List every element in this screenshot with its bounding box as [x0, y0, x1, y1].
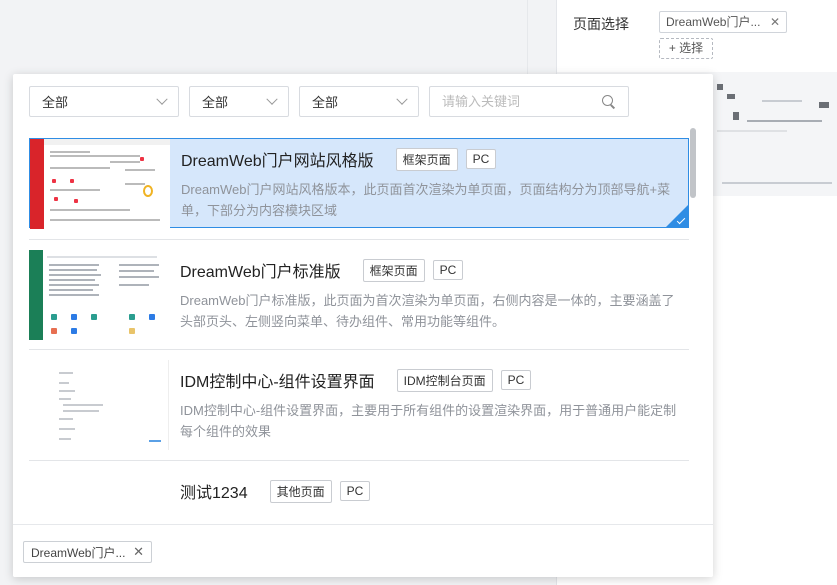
- chevron-down-icon: [156, 93, 168, 105]
- selected-page-tag-label: DreamWeb门户...: [666, 15, 761, 29]
- preview-line: [747, 120, 822, 122]
- list-scrollbar[interactable]: [690, 128, 696, 198]
- item-tag: PC: [339, 481, 371, 501]
- item-tag: PC: [500, 370, 532, 390]
- selected-page-tag[interactable]: DreamWeb门户... ✕: [659, 11, 787, 33]
- item-tag: PC: [465, 149, 497, 169]
- preview-block: [733, 112, 739, 120]
- list-item[interactable]: DreamWeb门户网站风格版 框架页面 PC DreamWeb门户网站风格版本…: [29, 138, 689, 229]
- divider: [29, 460, 689, 461]
- platform-select[interactable]: 全部: [299, 86, 419, 117]
- platform-select-value: 全部: [312, 95, 339, 110]
- category-select[interactable]: 全部: [29, 86, 179, 117]
- chevron-down-icon: [266, 93, 278, 105]
- selection-footer: DreamWeb门户... ✕: [13, 524, 713, 577]
- divider: [29, 239, 689, 240]
- background-area: [0, 0, 556, 75]
- item-tag: IDM控制台页面: [396, 368, 493, 392]
- item-title: IDM控制中心-组件设置界面: [180, 374, 375, 391]
- item-description: IDM控制中心-组件设置界面，主要用于所有组件的设置渲染界面，用于普通用户能定制…: [180, 403, 677, 439]
- close-icon[interactable]: ✕: [770, 12, 780, 32]
- item-title: DreamWeb门户标准版: [180, 264, 341, 281]
- item-description: DreamWeb门户标准版，此页面为首次渲染为单页面，右侧内容是一体的，主要涵盖…: [180, 293, 675, 329]
- type-select[interactable]: 全部: [189, 86, 289, 117]
- page-thumbnail: [29, 471, 169, 521]
- divider: [29, 349, 689, 350]
- page-thumbnail: [29, 250, 169, 340]
- preview-line: [722, 182, 832, 184]
- selected-item-label: DreamWeb门户...: [31, 545, 126, 560]
- category-select-value: 全部: [42, 95, 69, 110]
- search-input[interactable]: [442, 94, 592, 109]
- list-item[interactable]: 测试1234 其他页面 PC: [29, 471, 689, 521]
- preview-block: [819, 102, 829, 108]
- preview-line: [762, 100, 802, 102]
- chevron-down-icon: [396, 93, 408, 105]
- page-list: DreamWeb门户网站风格版 框架页面 PC DreamWeb门户网站风格版本…: [13, 126, 713, 521]
- search-icon[interactable]: [602, 94, 616, 109]
- item-tag: 其他页面: [269, 479, 332, 503]
- page-thumbnail: [29, 360, 169, 450]
- select-page-button[interactable]: + 选择: [659, 38, 713, 59]
- item-description: DreamWeb门户网站风格版本，此页面首次渲染为单页面，页面结构分为顶部导航+…: [181, 182, 671, 218]
- item-tag: 框架页面: [395, 147, 458, 171]
- item-tag: 框架页面: [362, 258, 425, 282]
- preview-block: [727, 94, 735, 99]
- page-thumbnail: [30, 139, 170, 229]
- search-box[interactable]: [429, 86, 629, 117]
- close-icon[interactable]: ✕: [133, 544, 144, 560]
- preview-block: [717, 84, 723, 90]
- preview-line: [717, 130, 787, 132]
- list-item[interactable]: DreamWeb门户标准版 框架页面 PC DreamWeb门户标准版，此页面为…: [29, 250, 689, 340]
- page-select-label: 页面选择: [573, 16, 629, 32]
- filter-bar: 全部 全部 全部: [29, 86, 629, 117]
- selected-corner: [666, 205, 688, 227]
- item-tag: PC: [432, 260, 464, 280]
- page-select-popup: 全部 全部 全部 请输入关键词 DreamWeb门户网站风格版 框架页面 PC …: [13, 74, 713, 577]
- background-divider: [527, 0, 528, 75]
- item-title: DreamWeb门户网站风格版: [181, 153, 374, 170]
- item-title: 测试1234: [180, 485, 248, 502]
- type-select-value: 全部: [202, 95, 229, 110]
- selected-item-chip[interactable]: DreamWeb门户... ✕: [23, 541, 152, 563]
- list-item[interactable]: IDM控制中心-组件设置界面 IDM控制台页面 PC IDM控制中心-组件设置界…: [29, 360, 689, 450]
